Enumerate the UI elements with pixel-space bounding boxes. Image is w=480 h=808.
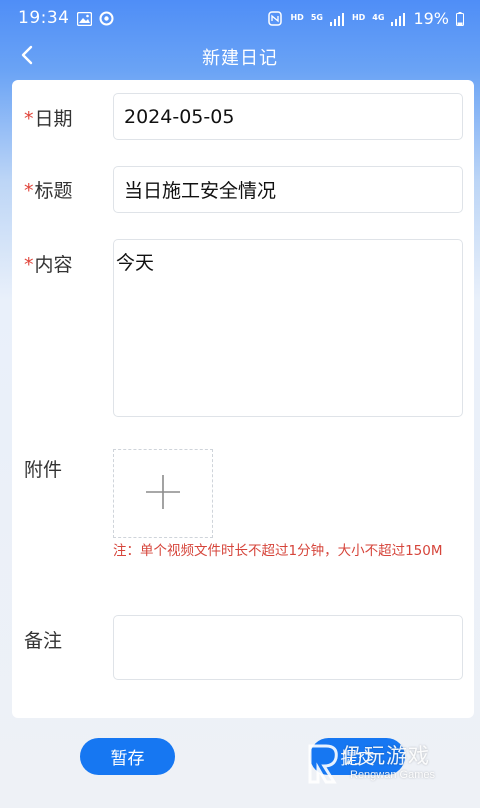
watermark-logo-icon (306, 740, 346, 784)
date-label: *日期 (24, 104, 73, 131)
content-value: 今天 (116, 252, 155, 274)
content-label-text: 内容 (34, 254, 73, 276)
required-mark: * (24, 254, 34, 276)
back-button[interactable] (12, 42, 42, 72)
remarks-label: 备注 (24, 626, 62, 653)
chevron-left-icon (20, 45, 34, 69)
content-textarea[interactable]: 今天 (113, 239, 463, 417)
signal-icon (329, 11, 345, 26)
battery-percent: 19% (413, 8, 449, 28)
title-input[interactable]: 当日施工安全情况 (113, 166, 463, 213)
gallery-icon (76, 11, 92, 27)
watermark-subtext: Rengwan Games (350, 769, 435, 781)
watermark-text: 仍玩游戏 (342, 744, 430, 768)
attachment-label: 附件 (24, 455, 62, 482)
remarks-label-text: 备注 (24, 630, 63, 652)
upload-button[interactable] (113, 449, 213, 538)
title-label-text: 标题 (34, 180, 73, 202)
status-bar: 19:34 HD 5G HD 4G 19% (0, 0, 480, 36)
date-field[interactable]: 2024-05-05 (113, 93, 463, 140)
attachment-label-text: 附件 (24, 459, 63, 481)
required-mark: * (24, 108, 34, 130)
form-card: *日期 2024-05-05 *标题 当日施工安全情况 *内容 今天 附件 注：… (12, 80, 474, 718)
hd-label-2: HD (351, 13, 366, 22)
title-value: 当日施工安全情况 (124, 180, 277, 202)
battery-icon (456, 11, 464, 26)
watermark: 仍玩游戏 Rengwan Games (306, 738, 476, 790)
date-value: 2024-05-05 (124, 105, 235, 128)
plus-icon (144, 473, 182, 515)
nfc-icon (268, 11, 283, 26)
upload-note: 注：单个视频文件时长不超过1分钟，大小不超过150M (113, 543, 443, 559)
network-4g-label: 4G (372, 13, 385, 22)
network-5g-label: 5G (310, 13, 323, 22)
hd-label-1: HD (290, 13, 304, 22)
page-title: 新建日记 (202, 48, 278, 69)
status-time: 19:34 (18, 8, 70, 28)
required-mark: * (24, 180, 34, 202)
remarks-input[interactable] (113, 615, 463, 680)
content-label: *内容 (24, 250, 73, 277)
title-label: *标题 (24, 176, 73, 203)
status-right: HD 5G HD 4G 19% (268, 9, 464, 28)
sync-icon (99, 11, 114, 26)
status-left: 19:34 (18, 8, 114, 28)
date-label-text: 日期 (34, 108, 73, 130)
save-draft-button[interactable]: 暂存 (80, 738, 175, 775)
nav-bar: 新建日记 (0, 36, 480, 78)
signal-icon-2 (391, 11, 406, 26)
